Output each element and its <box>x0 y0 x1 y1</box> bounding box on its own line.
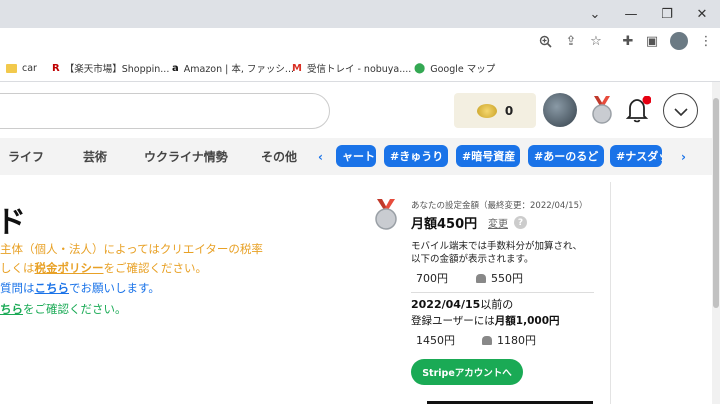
coin-balance[interactable]: 0 <box>454 93 536 128</box>
profile-avatar[interactable] <box>670 32 688 50</box>
tab-list-icon[interactable]: ⌄ <box>577 0 613 28</box>
nav-category-ukraine[interactable]: ウクライナ情勢 <box>144 138 228 175</box>
side-panel-icon[interactable]: ▣ <box>642 30 662 52</box>
medal-icon[interactable] <box>589 96 615 128</box>
apple-price-row: 700円 <box>416 272 448 285</box>
panel-divider <box>610 182 611 404</box>
android-price-row: 550円 <box>476 270 523 286</box>
stripe-account-button[interactable]: Stripeアカウントへ <box>411 359 523 385</box>
gmail-icon: M <box>292 62 302 74</box>
setting-label: あなたの設定金額（最終変更：2022/04/15） <box>411 201 588 211</box>
tag-chart[interactable]: ャート <box>336 145 376 167</box>
tag-cucumber[interactable]: #きゅうり <box>384 145 448 167</box>
extensions-icon[interactable]: ✚ <box>618 30 638 52</box>
nav-category-art[interactable]: 芸術 <box>83 138 107 175</box>
nav-category-life[interactable]: ライフ <box>8 138 44 175</box>
close-icon[interactable]: ✕ <box>684 0 720 28</box>
question-line: 質問はこちらでお願いします。 <box>0 281 160 295</box>
chevron-left-icon[interactable]: ‹ <box>318 138 323 175</box>
contact-link[interactable]: こちら <box>35 281 70 295</box>
bookmark-google-maps[interactable]: ⬤ Google マップ <box>414 54 495 82</box>
registered-price-line: 登録ユーザーには月額1,000円 <box>411 315 560 327</box>
medal-icon <box>372 199 400 235</box>
monthly-price: 月額450円 <box>411 217 478 232</box>
tag-arnold[interactable]: #あーのるど <box>528 145 604 167</box>
help-icon[interactable]: ? <box>514 216 527 229</box>
rakuten-icon: R <box>52 62 60 74</box>
notification-bell-icon[interactable] <box>625 95 652 128</box>
coins-icon <box>476 103 497 118</box>
zoom-icon[interactable] <box>535 30 555 52</box>
browser-toolbar <box>0 28 720 54</box>
change-link[interactable]: 変更 <box>488 215 508 230</box>
chevron-right-icon[interactable]: › <box>681 138 686 175</box>
bookmark-car[interactable]: car <box>6 54 37 82</box>
prior-apple-price-row: 1450円 <box>416 334 455 347</box>
tax-note-line: 主体（個人・法人）によってはクリエイターの税率 <box>0 242 263 256</box>
nav-category-other[interactable]: その他 <box>261 138 297 175</box>
folder-icon <box>6 63 17 73</box>
confirm-link[interactable]: ちら <box>0 302 23 316</box>
chevron-down-icon <box>673 101 688 120</box>
menu-icon[interactable]: ⋮ <box>696 30 716 52</box>
android-icon <box>476 273 486 283</box>
bookmarks-bar: car R 【楽天市場】Shoppin... a Amazon | 本, ファッ… <box>0 54 720 82</box>
prior-android-price-row: 1180円 <box>482 332 536 348</box>
maps-icon: ⬤ <box>414 62 426 74</box>
confirm-line: ちらをご確認ください。 <box>0 302 127 316</box>
bookmark-amazon[interactable]: a Amazon | 本, ファッシ... <box>172 54 294 82</box>
bookmark-gmail[interactable]: M 受信トレイ - nobuya.... <box>292 54 411 82</box>
android-icon <box>482 335 492 345</box>
maximize-icon[interactable]: ❐ <box>649 0 685 28</box>
mobile-note-2: 以下の金額が表示されます。 <box>411 254 534 265</box>
amazon-icon: a <box>172 62 179 74</box>
tax-policy-line: しくは税金ポリシーをご確認ください。 <box>0 261 207 275</box>
mobile-note: モバイル端末では手数料分が加算され、 <box>411 241 583 252</box>
user-avatar[interactable] <box>543 93 577 127</box>
divider <box>411 292 594 293</box>
tag-nasdaq[interactable]: #ナスダッ <box>610 145 662 167</box>
bookmark-rakuten[interactable]: R 【楽天市場】Shoppin... <box>52 54 169 82</box>
minimize-icon[interactable]: — <box>613 0 649 28</box>
page-title: ド <box>0 205 26 240</box>
share-icon[interactable]: ⇪ <box>561 30 581 52</box>
scrollbar-thumb[interactable] <box>713 98 719 308</box>
menu-toggle-button[interactable] <box>663 93 698 128</box>
search-input[interactable] <box>0 93 330 129</box>
tag-crypto[interactable]: #暗号資産 <box>456 145 520 167</box>
tax-policy-link[interactable]: 税金ポリシー <box>35 261 104 275</box>
prior-date-line: 2022/04/15以前の <box>411 298 514 311</box>
bookmark-star-icon[interactable]: ☆ <box>586 30 606 52</box>
